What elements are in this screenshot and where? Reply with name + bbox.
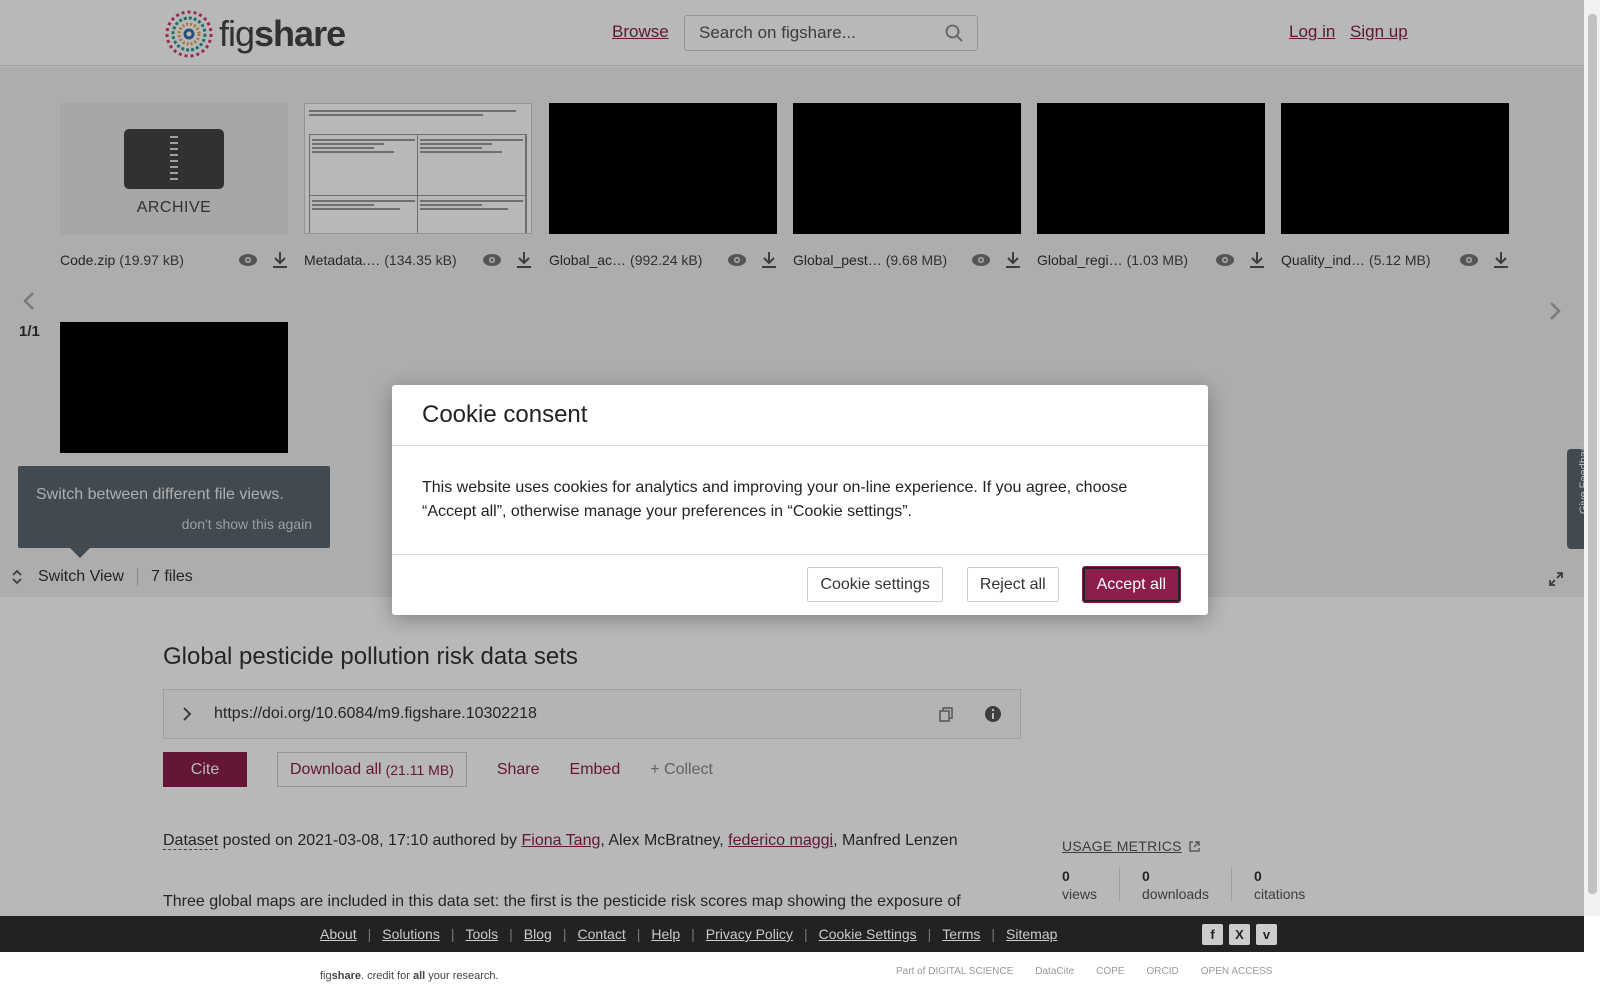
vimeo-icon[interactable]: v bbox=[1256, 923, 1277, 945]
facebook-icon[interactable]: f bbox=[1202, 923, 1223, 945]
cookie-consent-dialog: Cookie consent This website uses cookies… bbox=[392, 385, 1208, 615]
footer-links-bar: About | Solutions | Tools | Blog | Contact | … bbox=[0, 916, 1584, 952]
footer-tagline: figshare. credit for all your research. bbox=[320, 970, 499, 982]
dialog-title: Cookie consent bbox=[422, 401, 588, 428]
reject-all-button[interactable]: Reject all bbox=[966, 567, 1059, 602]
cope-logo[interactable]: COPE bbox=[1096, 966, 1124, 977]
footer-link-blog[interactable]: Blog bbox=[524, 926, 552, 942]
open-access-logo[interactable]: OPEN ACCESS bbox=[1201, 966, 1273, 977]
dialog-message: This website uses cookies for analytics … bbox=[392, 446, 1208, 555]
footer-link-sitemap[interactable]: Sitemap bbox=[1006, 926, 1057, 942]
footer-link-tools[interactable]: Tools bbox=[465, 926, 498, 942]
digital-science-logo[interactable]: Part of DIGITAL SCIENCE bbox=[896, 966, 1013, 977]
footer-link-help[interactable]: Help bbox=[651, 926, 680, 942]
footer-link-contact[interactable]: Contact bbox=[577, 926, 625, 942]
footer-link-cookie-settings[interactable]: Cookie Settings bbox=[819, 926, 917, 942]
orcid-logo[interactable]: ORCID bbox=[1147, 966, 1179, 977]
datacite-logo[interactable]: DataCite bbox=[1035, 966, 1074, 977]
footer-bottom: figshare. credit for all your research. … bbox=[0, 952, 1584, 1000]
accept-all-button[interactable]: Accept all bbox=[1081, 566, 1182, 603]
cookie-settings-button[interactable]: Cookie settings bbox=[807, 567, 943, 602]
footer-link-terms[interactable]: Terms bbox=[942, 926, 980, 942]
footer-link-solutions[interactable]: Solutions bbox=[382, 926, 440, 942]
scrollbar-thumb[interactable] bbox=[1588, 14, 1597, 894]
x-icon[interactable]: X bbox=[1229, 923, 1250, 945]
footer-link-about[interactable]: About bbox=[320, 926, 357, 942]
footer-link-privacy[interactable]: Privacy Policy bbox=[706, 926, 793, 942]
